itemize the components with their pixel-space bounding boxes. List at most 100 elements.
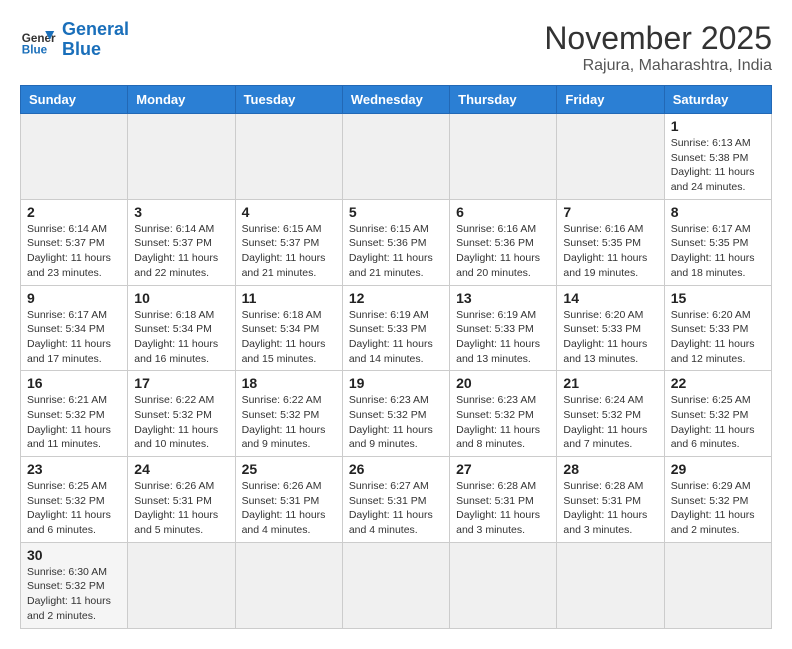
- day-number: 21: [563, 375, 657, 391]
- calendar-cell: 19Sunrise: 6:23 AM Sunset: 5:32 PM Dayli…: [342, 371, 449, 457]
- calendar-cell: 2 Sunrise: 6:14 AM Sunset: 5:37 PM Daylig…: [21, 199, 128, 285]
- calendar-cell: 18 Sunrise: 6:22 AM Sunset: 5:32 PM Dayli…: [235, 371, 342, 457]
- day-number: 7: [563, 204, 657, 220]
- calendar-cell: [664, 542, 771, 628]
- day-info: Sunrise: 6:23 AM Sunset: 5:32 PM Dayligh…: [456, 393, 550, 452]
- calendar-cell: 27 Sunrise: 6:28 AM Sunset: 5:31 PM Dayli…: [450, 457, 557, 543]
- col-tuesday: Tuesday: [235, 86, 342, 114]
- col-thursday: Thursday: [450, 86, 557, 114]
- day-info: Sunrise: 6:22 AM Sunset: 5:32 PM Dayligh…: [134, 393, 228, 452]
- calendar-cell: [342, 114, 449, 200]
- page-header: General Blue General Blue November 2025 …: [20, 20, 772, 75]
- calendar-cell: 6 Sunrise: 6:16 AM Sunset: 5:36 PM Daylig…: [450, 199, 557, 285]
- calendar-cell: [557, 542, 664, 628]
- day-number: 29: [671, 461, 765, 477]
- calendar-row-2: 9Sunrise: 6:17 AM Sunset: 5:34 PM Daylig…: [21, 285, 772, 371]
- day-number: 8: [671, 204, 765, 220]
- calendar-cell: [557, 114, 664, 200]
- day-number: 6: [456, 204, 550, 220]
- day-info: Sunrise: 6:28 AM Sunset: 5:31 PM Dayligh…: [456, 479, 550, 538]
- day-info: Sunrise: 6:19 AM Sunset: 5:33 PM Dayligh…: [456, 308, 550, 367]
- day-info: Sunrise: 6:16 AM Sunset: 5:35 PM Dayligh…: [563, 222, 657, 281]
- logo-general: General: [62, 19, 129, 39]
- day-info: Sunrise: 6:18 AM Sunset: 5:34 PM Dayligh…: [134, 308, 228, 367]
- day-info: Sunrise: 6:26 AM Sunset: 5:31 PM Dayligh…: [134, 479, 228, 538]
- calendar-cell: 29Sunrise: 6:29 AM Sunset: 5:32 PM Dayli…: [664, 457, 771, 543]
- day-number: 27: [456, 461, 550, 477]
- calendar-cell: [450, 542, 557, 628]
- day-number: 10: [134, 290, 228, 306]
- calendar-cell: 4 Sunrise: 6:15 AM Sunset: 5:37 PM Daylig…: [235, 199, 342, 285]
- day-info: Sunrise: 6:30 AM Sunset: 5:32 PM Dayligh…: [27, 565, 121, 624]
- calendar-row-0: 1 Sunrise: 6:13 AM Sunset: 5:38 PM Daylig…: [21, 114, 772, 200]
- calendar-cell: 25Sunrise: 6:26 AM Sunset: 5:31 PM Dayli…: [235, 457, 342, 543]
- calendar-cell: 14 Sunrise: 6:20 AM Sunset: 5:33 PM Dayli…: [557, 285, 664, 371]
- day-number: 9: [27, 290, 121, 306]
- day-info: Sunrise: 6:16 AM Sunset: 5:36 PM Dayligh…: [456, 222, 550, 281]
- day-number: 12: [349, 290, 443, 306]
- logo-text: General Blue: [62, 20, 129, 60]
- logo: General Blue General Blue: [20, 20, 129, 60]
- calendar-cell: 8 Sunrise: 6:17 AM Sunset: 5:35 PM Daylig…: [664, 199, 771, 285]
- day-number: 4: [242, 204, 336, 220]
- day-info: Sunrise: 6:24 AM Sunset: 5:32 PM Dayligh…: [563, 393, 657, 452]
- calendar-row-5: 30Sunrise: 6:30 AM Sunset: 5:32 PM Dayli…: [21, 542, 772, 628]
- calendar-cell: [128, 114, 235, 200]
- calendar-cell: 3 Sunrise: 6:14 AM Sunset: 5:37 PM Daylig…: [128, 199, 235, 285]
- calendar-table: Sunday Monday Tuesday Wednesday Thursday…: [20, 85, 772, 629]
- day-number: 23: [27, 461, 121, 477]
- day-number: 2: [27, 204, 121, 220]
- col-wednesday: Wednesday: [342, 86, 449, 114]
- calendar-cell: 10 Sunrise: 6:18 AM Sunset: 5:34 PM Dayli…: [128, 285, 235, 371]
- day-number: 11: [242, 290, 336, 306]
- day-info: Sunrise: 6:14 AM Sunset: 5:37 PM Dayligh…: [27, 222, 121, 281]
- month-title: November 2025: [544, 20, 772, 57]
- calendar-cell: 24 Sunrise: 6:26 AM Sunset: 5:31 PM Dayli…: [128, 457, 235, 543]
- day-info: Sunrise: 6:22 AM Sunset: 5:32 PM Dayligh…: [242, 393, 336, 452]
- day-number: 18: [242, 375, 336, 391]
- calendar-cell: 7 Sunrise: 6:16 AM Sunset: 5:35 PM Daylig…: [557, 199, 664, 285]
- day-number: 1: [671, 118, 765, 134]
- day-info: Sunrise: 6:18 AM Sunset: 5:34 PM Dayligh…: [242, 308, 336, 367]
- day-info: Sunrise: 6:15 AM Sunset: 5:37 PM Dayligh…: [242, 222, 336, 281]
- day-number: 28: [563, 461, 657, 477]
- calendar-cell: 9Sunrise: 6:17 AM Sunset: 5:34 PM Daylig…: [21, 285, 128, 371]
- calendar-cell: [342, 542, 449, 628]
- col-monday: Monday: [128, 86, 235, 114]
- calendar-cell: [235, 114, 342, 200]
- location-title: Rajura, Maharashtra, India: [544, 57, 772, 75]
- calendar-row-3: 16Sunrise: 6:21 AM Sunset: 5:32 PM Dayli…: [21, 371, 772, 457]
- day-info: Sunrise: 6:25 AM Sunset: 5:32 PM Dayligh…: [671, 393, 765, 452]
- day-info: Sunrise: 6:25 AM Sunset: 5:32 PM Dayligh…: [27, 479, 121, 538]
- calendar-cell: [21, 114, 128, 200]
- calendar-cell: 15Sunrise: 6:20 AM Sunset: 5:33 PM Dayli…: [664, 285, 771, 371]
- day-info: Sunrise: 6:21 AM Sunset: 5:32 PM Dayligh…: [27, 393, 121, 452]
- day-info: Sunrise: 6:26 AM Sunset: 5:31 PM Dayligh…: [242, 479, 336, 538]
- day-number: 24: [134, 461, 228, 477]
- day-info: Sunrise: 6:20 AM Sunset: 5:33 PM Dayligh…: [671, 308, 765, 367]
- day-number: 3: [134, 204, 228, 220]
- day-info: Sunrise: 6:15 AM Sunset: 5:36 PM Dayligh…: [349, 222, 443, 281]
- day-info: Sunrise: 6:20 AM Sunset: 5:33 PM Dayligh…: [563, 308, 657, 367]
- day-number: 22: [671, 375, 765, 391]
- day-number: 5: [349, 204, 443, 220]
- calendar-cell: 26Sunrise: 6:27 AM Sunset: 5:31 PM Dayli…: [342, 457, 449, 543]
- calendar-cell: 30Sunrise: 6:30 AM Sunset: 5:32 PM Dayli…: [21, 542, 128, 628]
- calendar-cell: 23 Sunrise: 6:25 AM Sunset: 5:32 PM Dayli…: [21, 457, 128, 543]
- calendar-cell: 12 Sunrise: 6:19 AM Sunset: 5:33 PM Dayli…: [342, 285, 449, 371]
- day-number: 14: [563, 290, 657, 306]
- calendar-header-row: Sunday Monday Tuesday Wednesday Thursday…: [21, 86, 772, 114]
- col-sunday: Sunday: [21, 86, 128, 114]
- day-number: 17: [134, 375, 228, 391]
- day-info: Sunrise: 6:14 AM Sunset: 5:37 PM Dayligh…: [134, 222, 228, 281]
- day-info: Sunrise: 6:17 AM Sunset: 5:35 PM Dayligh…: [671, 222, 765, 281]
- calendar-cell: [128, 542, 235, 628]
- calendar-cell: 20Sunrise: 6:23 AM Sunset: 5:32 PM Dayli…: [450, 371, 557, 457]
- day-info: Sunrise: 6:13 AM Sunset: 5:38 PM Dayligh…: [671, 136, 765, 195]
- calendar-cell: 22 Sunrise: 6:25 AM Sunset: 5:32 PM Dayli…: [664, 371, 771, 457]
- day-info: Sunrise: 6:19 AM Sunset: 5:33 PM Dayligh…: [349, 308, 443, 367]
- generalblue-logo-icon: General Blue: [20, 22, 56, 58]
- day-info: Sunrise: 6:28 AM Sunset: 5:31 PM Dayligh…: [563, 479, 657, 538]
- day-number: 26: [349, 461, 443, 477]
- calendar-cell: 16Sunrise: 6:21 AM Sunset: 5:32 PM Dayli…: [21, 371, 128, 457]
